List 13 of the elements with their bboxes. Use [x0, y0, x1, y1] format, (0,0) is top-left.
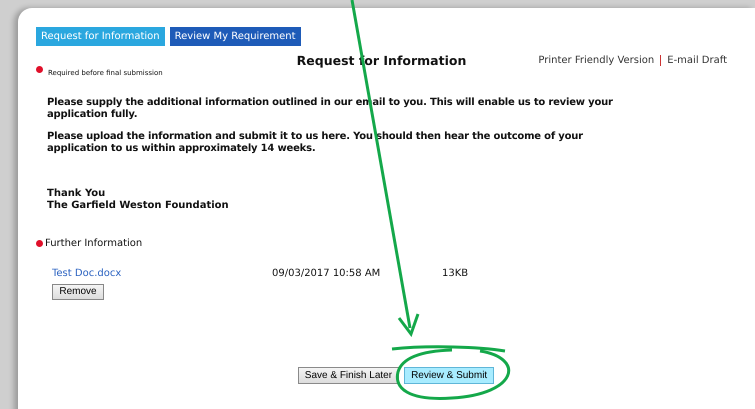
submit-button[interactable]: Review & Submit	[404, 366, 494, 384]
header-link[interactable]: Printer Friendly Version	[538, 55, 654, 66]
remove-button[interactable]: Remove	[52, 284, 104, 300]
tab[interactable]: Review My Requirement	[170, 27, 301, 46]
header-link[interactable]: E-mail Draft	[667, 55, 727, 66]
save-button[interactable]: Save & Finish Later	[298, 366, 400, 384]
required-dot	[36, 66, 43, 73]
file-size: 13KB	[442, 268, 470, 279]
file-date: 09/03/2017 10:58 AM	[272, 268, 382, 279]
file-link[interactable]: Test Doc.docx	[52, 268, 272, 279]
signature-line: Thank You	[47, 188, 106, 200]
section-label: Further Information	[45, 238, 142, 249]
signature-line: The Garfield Weston Foundation	[47, 200, 230, 211]
